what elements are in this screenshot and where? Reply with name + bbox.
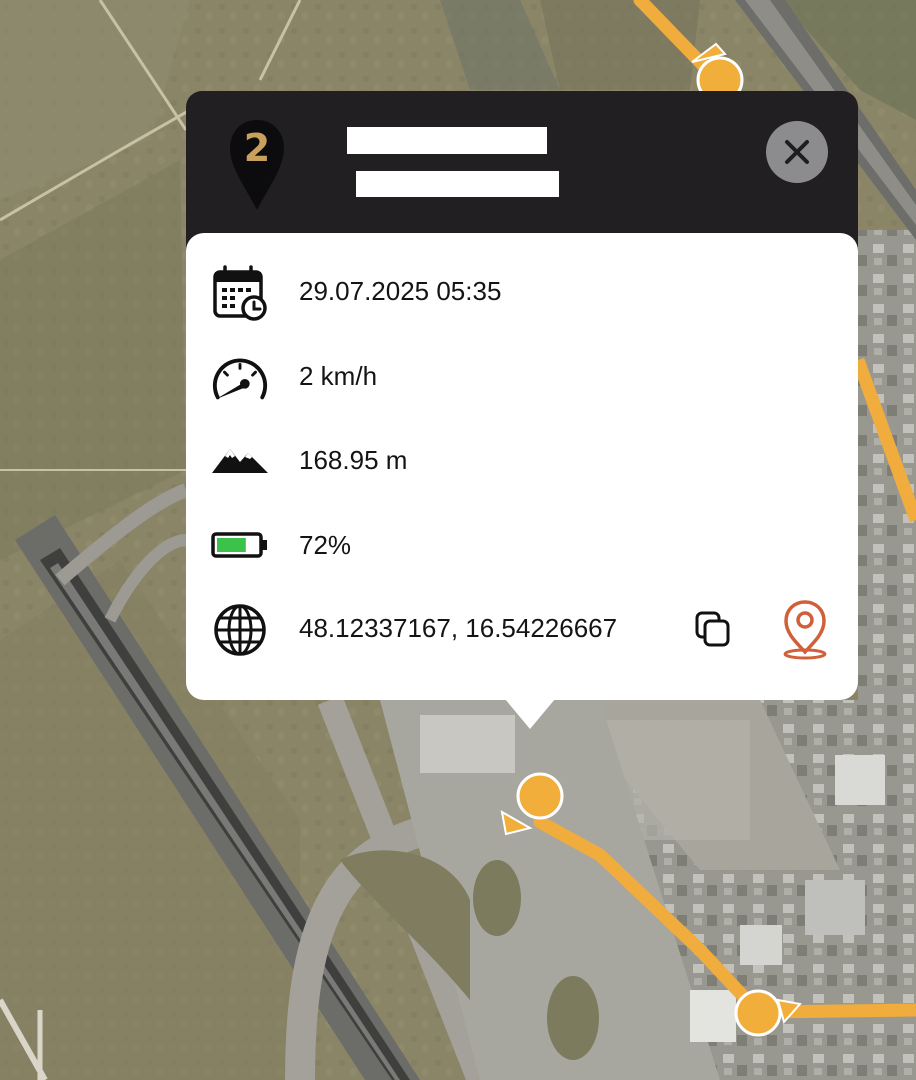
copy-coordinates-button[interactable] [694, 610, 732, 648]
popup-pointer [505, 699, 555, 729]
mountain-icon [210, 440, 270, 480]
speed-value: 2 km/h [299, 361, 378, 391]
redacted-subtitle [356, 171, 559, 197]
timestamp-value: 29.07.2025 05:35 [299, 276, 502, 306]
location-pin-icon [783, 600, 827, 660]
coordinates-value: 48.12337167, 16.54226667 [299, 613, 618, 643]
battery-icon [210, 528, 270, 562]
battery-value: 72% [299, 530, 352, 560]
speedometer-icon [210, 348, 270, 408]
marker-number: 2 [243, 126, 271, 170]
show-location-button[interactable] [780, 598, 830, 660]
battery-level-fill [217, 538, 246, 552]
altitude-value: 168.95 m [299, 445, 408, 475]
copy-icon [695, 611, 730, 647]
close-icon [785, 140, 809, 164]
redacted-title [347, 127, 547, 154]
calendar-clock-icon [210, 263, 270, 323]
close-button[interactable] [766, 121, 828, 183]
globe-icon [210, 600, 270, 660]
